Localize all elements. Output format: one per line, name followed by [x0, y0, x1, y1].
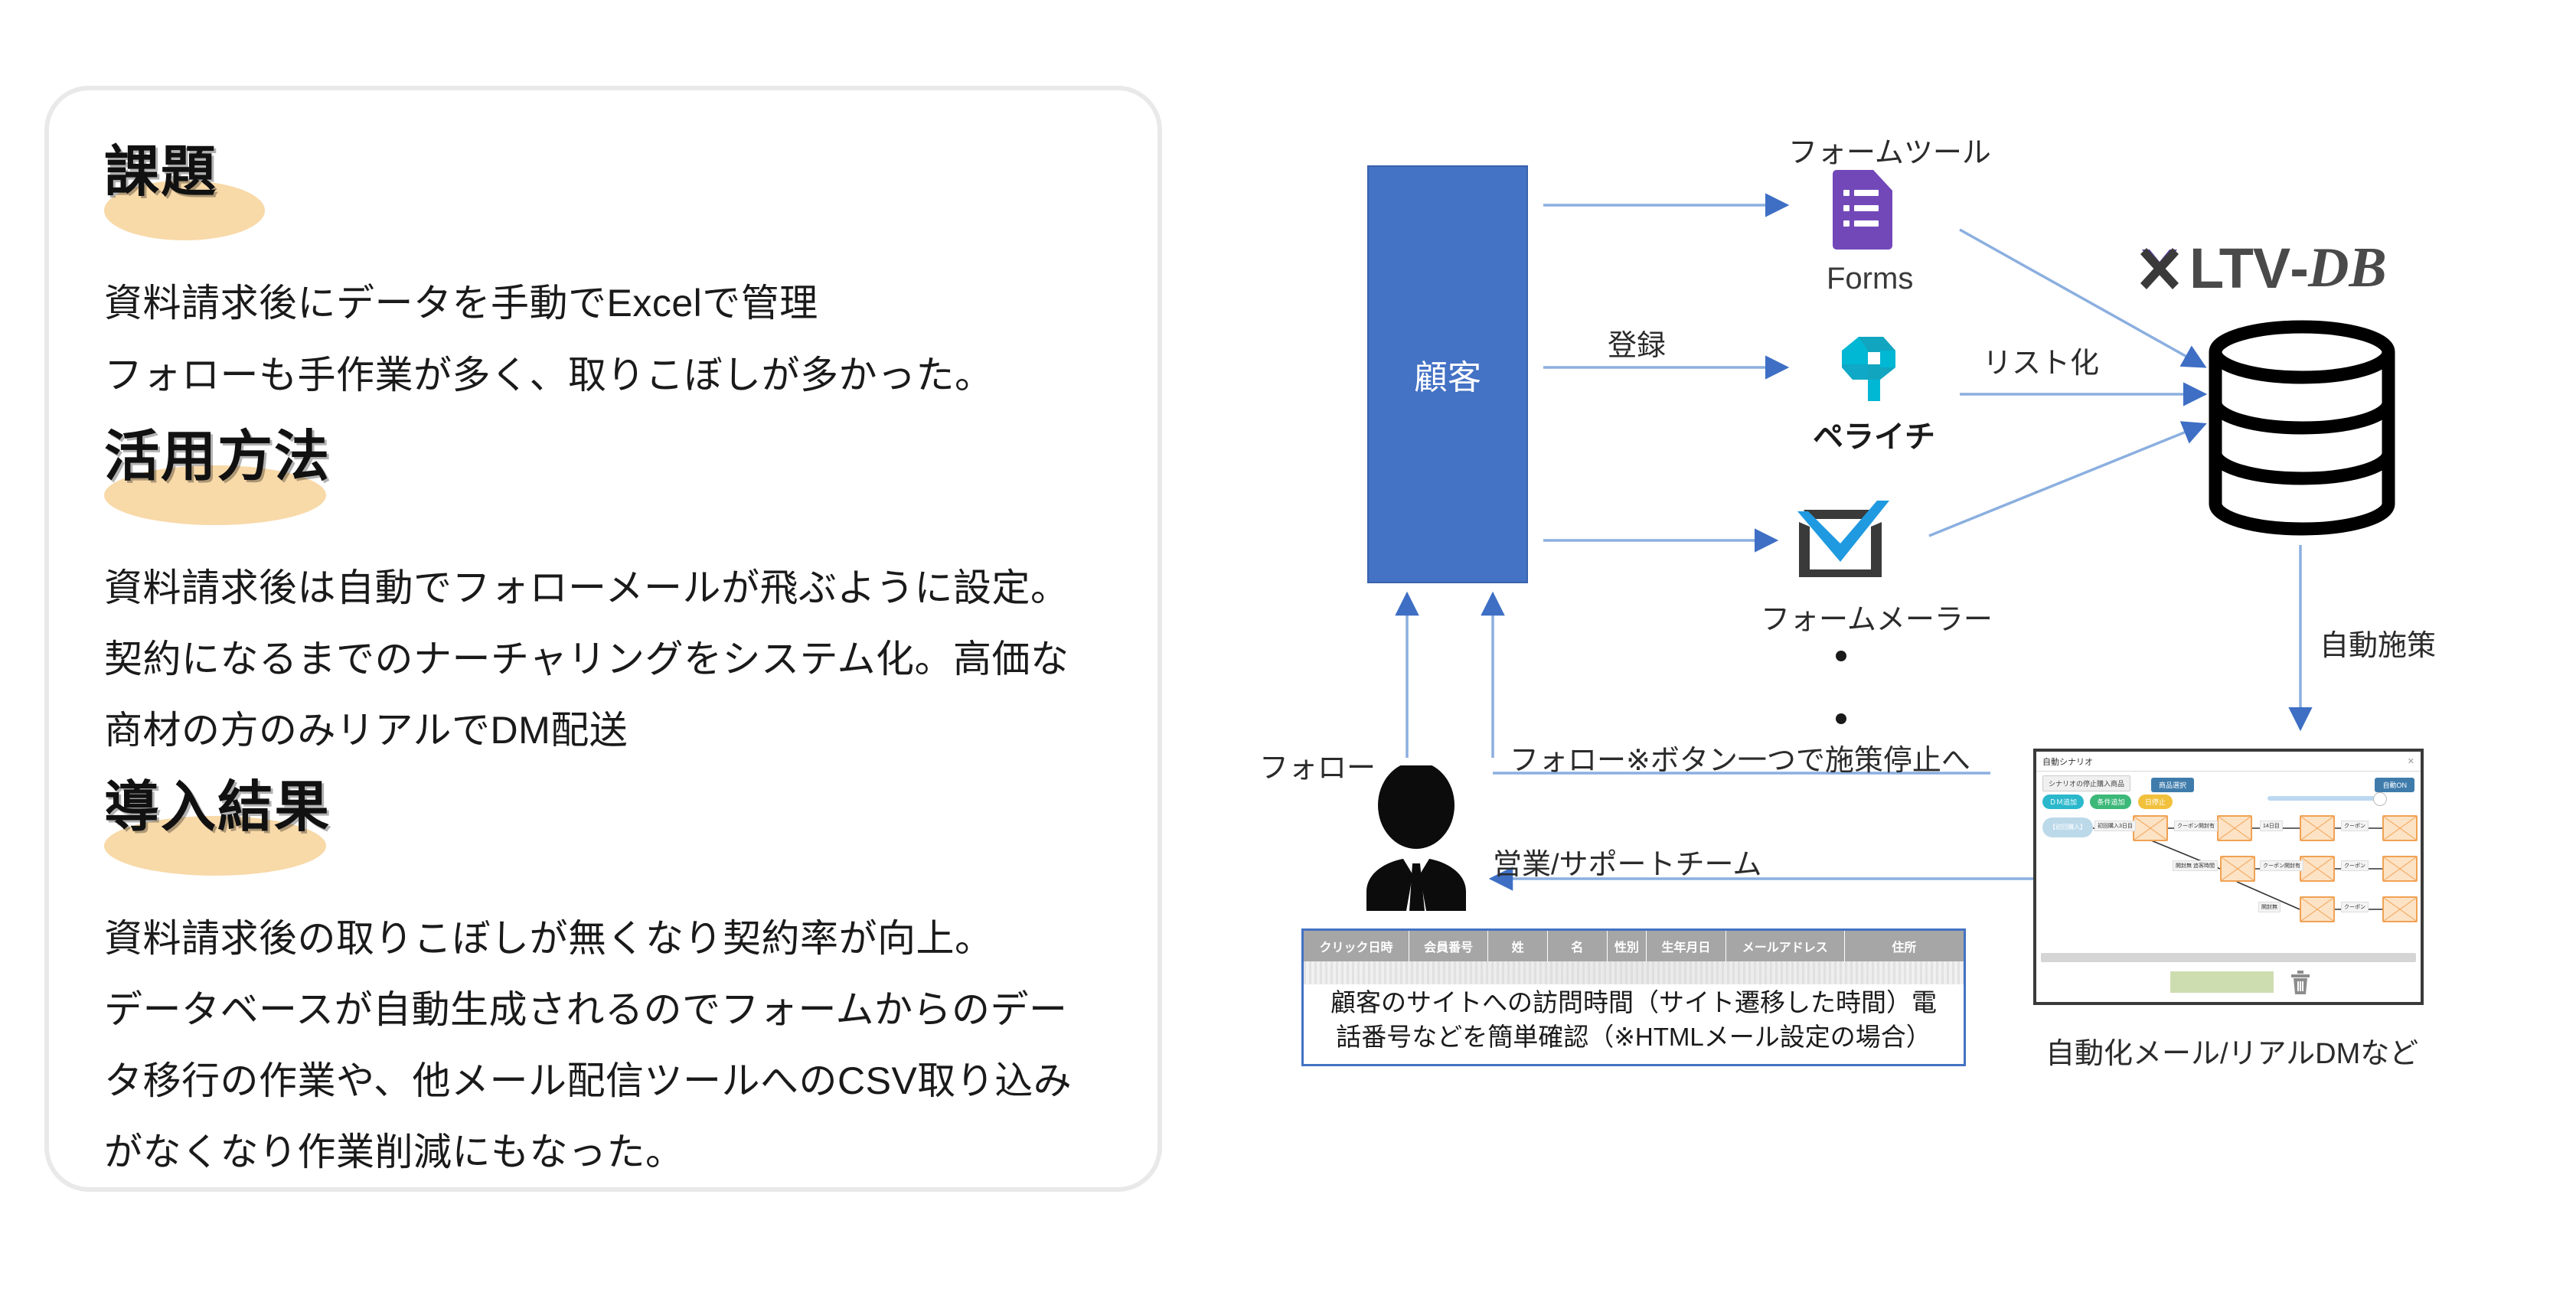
scenario-mail-node[interactable] [2300, 815, 2335, 841]
scenario-titlebar: 自動シナリオ ✕ [2036, 752, 2421, 772]
google-forms-icon [1833, 170, 1892, 250]
issue-line-1: 資料請求後にデータを手動でExcelで管理 [104, 282, 818, 325]
table-header-cell: クリック日時 [1304, 931, 1409, 961]
left-summary-card: 課題 資料請求後にデータを手動でExcelで管理 フォローも手作業が多く、取りこ… [44, 86, 1162, 1192]
issue-line-2: フォローも手作業が多く、取りこぼしが多かった。 [104, 354, 994, 396]
scenario-edge-label: クーポン [2341, 821, 2369, 831]
usage-line-2: 契約になるまでのナーチャリングをシステム化。高価な [104, 638, 1069, 680]
table-header-cell: 性別 [1608, 931, 1647, 961]
table-caption: 顧客のサイトへの訪問時間（サイト遷移した時間）電 話番号などを簡単確認（※HTM… [1304, 986, 1964, 1054]
heading-label: 活用方法 [104, 426, 331, 488]
scenario-mail-node[interactable] [2300, 896, 2335, 922]
scenario-mail-node[interactable] [2382, 896, 2418, 922]
scenario-title: 自動シナリオ [2042, 757, 2093, 767]
table-header-cell: 住所 [1892, 941, 1917, 955]
scenario-start-label: 【初回購入】 [2049, 824, 2086, 831]
scenario-edge-label: 14日目 [2260, 821, 2283, 831]
table-caption-line-2: 話番号などを簡単確認（※HTMLメール設定の場合） [1336, 1022, 1931, 1051]
peraichi-tool-name: ペライチ [1813, 420, 1935, 454]
scenario-toolbar: シナリオの停止購入商品 商品選択 自動ON ＤＭ追加 条件追加 日停止 [2036, 772, 2421, 811]
result-line-1: 資料請求後の取りこぼしが無くなり契約率が向上。 [104, 917, 994, 960]
scenario-edge-label: クーポン開封有 [2260, 860, 2303, 871]
form-tool-label: フォームツール [1788, 137, 1991, 169]
heading-label: 課題 [104, 142, 218, 203]
usage-line-3: 商材の方のみリアルでDM配送 [104, 709, 628, 752]
ellipsis-dot [1836, 651, 1846, 661]
usage-line-1: 資料請求後は自動でフォローメールが飛ぶように設定。 [104, 566, 1069, 609]
customer-box-label: 顧客 [1414, 359, 1481, 396]
scenario-mail-node[interactable] [2217, 815, 2252, 841]
automation-caption-label: 自動化メール/リアルDMなど [2045, 1038, 2419, 1070]
product-select-button[interactable]: 商品選択 [2151, 778, 2195, 792]
scenario-mail-node[interactable] [2300, 856, 2335, 882]
register-label: 登録 [1608, 330, 1667, 362]
close-icon[interactable]: ✕ [2408, 756, 2414, 766]
formmailer-icon [1797, 501, 1889, 577]
formmailer-tool-name: フォームメーラー [1761, 604, 1993, 636]
pill-dm-add[interactable]: ＤＭ追加 [2042, 795, 2085, 809]
listing-label: リスト化 [1983, 348, 2100, 380]
pill-stop[interactable]: 日停止 [2137, 795, 2173, 809]
table-header-cell: 名 [1548, 931, 1608, 961]
table-caption-line-1: 顧客のサイトへの訪問時間（サイト遷移した時間）電 [1330, 988, 1937, 1017]
table-blurred-row [1304, 961, 1964, 984]
lead-data-table: クリック日時 会員番号 姓 名 性別 生年月日 メールアドレス 住所 顧客のサイ… [1301, 928, 1966, 1066]
scenario-mail-node[interactable] [2133, 815, 2168, 841]
section-heading-issue: 課題 [104, 142, 265, 243]
scenario-edge-label: クーポン [2341, 860, 2369, 871]
scenario-start-node[interactable]: 【初回購入】 [2042, 817, 2093, 837]
table-header-cell: メールアドレス [1726, 931, 1845, 961]
horizontal-scrollbar[interactable] [2041, 953, 2416, 962]
ellipsis-dot [1836, 713, 1846, 724]
scenario-mail-node[interactable] [2382, 815, 2418, 841]
table-header-cell: 姓 [1488, 931, 1548, 961]
sales-person-icon [1366, 765, 1466, 911]
auto-measure-label: 自動施策 [2320, 630, 2437, 662]
trash-icon[interactable] [2289, 968, 2312, 996]
table-header-cell: 生年月日 [1647, 931, 1726, 961]
scenario-edge-label: 開封無 追客時間 [2173, 860, 2218, 871]
table-header-cell: 会員番号 [1409, 931, 1489, 961]
auto-scenario-window[interactable]: 自動シナリオ ✕ シナリオの停止購入商品 商品選択 自動ON ＤＭ追加 条件追加… [2033, 749, 2424, 1005]
auto-on-slider[interactable] [2267, 792, 2387, 806]
stop-purchase-button[interactable]: シナリオの停止購入商品 [2042, 775, 2131, 791]
customer-box: 顧客 [1367, 165, 1528, 583]
x-mark-icon [2140, 247, 2179, 289]
follow-stop-label: フォロー※ボタン一つで施策停止へ [1510, 745, 1970, 777]
scenario-green-bar [2170, 971, 2274, 993]
pill-condition-add[interactable]: 条件追加 [2090, 795, 2132, 809]
section-heading-usage: 活用方法 [104, 426, 331, 528]
scenario-mail-node[interactable] [2382, 856, 2418, 882]
scenario-canvas[interactable]: 【初回購入】 初回購入3日目 クーポン開封有 14日目 クーポン 開封無 追客時… [2036, 811, 2421, 957]
result-line-4: がなくなり作業削減にもなった。 [104, 1131, 684, 1173]
scenario-edge-label: 初回購入3日目 [2094, 821, 2136, 831]
auto-on-button[interactable]: 自動ON [2375, 778, 2414, 792]
ltv-db-text-dash: - [2290, 237, 2309, 300]
sales-support-team-label: 営業/サポートチーム [1493, 849, 1762, 881]
result-line-3: タ移行の作業や、他メール配信ツールへのCSV取り込み [104, 1059, 1073, 1102]
scenario-edge-label: クーポン [2341, 902, 2369, 912]
scenario-edge-label: クーポン開封有 [2174, 821, 2218, 831]
table-header-row: クリック日時 会員番号 姓 名 性別 生年月日 メールアドレス 住所 [1304, 931, 1964, 961]
result-line-2: データベースが自動生成されるのでフォームからのデー [104, 988, 1068, 1031]
ltv-db-logo: LTV - DB [2136, 236, 2387, 301]
slide-root: 課題 資料請求後にデータを手動でExcelで管理 フォローも手作業が多く、取りこ… [0, 0, 2576, 1289]
heading-label: 導入結果 [104, 777, 331, 838]
scenario-mail-node[interactable] [2220, 856, 2255, 882]
ltv-db-text-italic: DB [2307, 237, 2387, 299]
section-heading-result: 導入結果 [104, 777, 331, 879]
scenario-edge-label: 開封無 [2258, 902, 2281, 912]
ltv-db-text-bold: LTV [2189, 237, 2290, 300]
peraichi-icon [1842, 337, 1895, 401]
forms-tool-name: Forms [1827, 262, 1914, 295]
database-cylinder-icon [2209, 320, 2395, 536]
